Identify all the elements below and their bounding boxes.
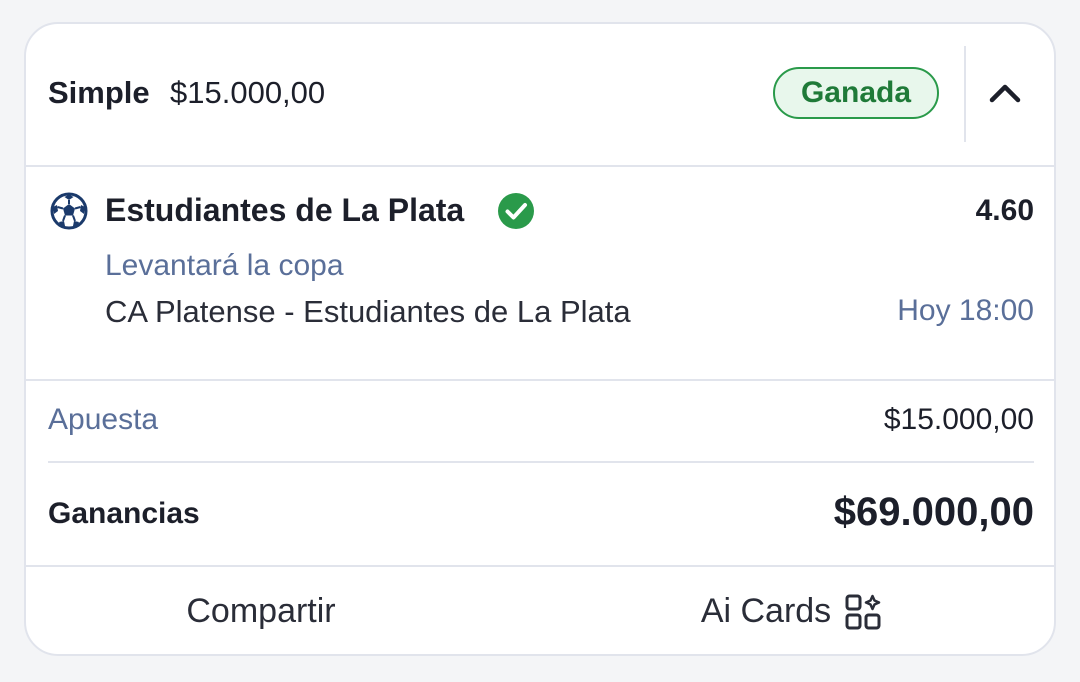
odds-value: 4.60 — [975, 194, 1034, 227]
stake-value: $15.000,00 — [883, 403, 1034, 436]
bet-header: Simple $15.000,00 Ganada — [26, 24, 1054, 167]
card-footer: Compartir Ai Cards — [26, 565, 1054, 654]
chevron-up-icon — [989, 84, 1021, 103]
event-name: CA Platense - Estudiantes de La Plata — [105, 294, 631, 329]
stake-row: Apuesta $15.000,00 — [48, 381, 1034, 463]
header-divider — [964, 46, 966, 142]
grid-sparkle-icon — [845, 594, 881, 629]
winnings-row: Ganancias $69.000,00 — [48, 463, 1034, 565]
collapse-button[interactable] — [980, 68, 1030, 118]
bet-type: Simple — [48, 75, 150, 110]
winnings-value: $69.000,00 — [833, 490, 1034, 534]
share-button[interactable]: Compartir — [26, 567, 496, 654]
bet-amount: $15.000,00 — [170, 75, 326, 110]
check-circle-icon — [498, 193, 534, 229]
ai-cards-label: Ai Cards — [700, 592, 832, 630]
event-time: Hoy 18:00 — [897, 294, 1034, 327]
selection: Estudiantes de La Plata 4.60 Levantará l… — [26, 165, 1054, 381]
market-name: Levantará la copa — [105, 249, 344, 282]
share-label: Compartir — [186, 592, 336, 630]
soccer-ball-icon — [50, 192, 88, 230]
stake-label: Apuesta — [48, 403, 159, 436]
ai-cards-button[interactable]: Ai Cards — [586, 567, 996, 654]
winnings-label: Ganancias — [48, 497, 200, 530]
status-badge: Ganada — [773, 67, 939, 119]
bet-card: Simple $15.000,00 Ganada Estudiantes de … — [24, 22, 1056, 656]
team-name: Estudiantes de La Plata — [105, 192, 465, 228]
